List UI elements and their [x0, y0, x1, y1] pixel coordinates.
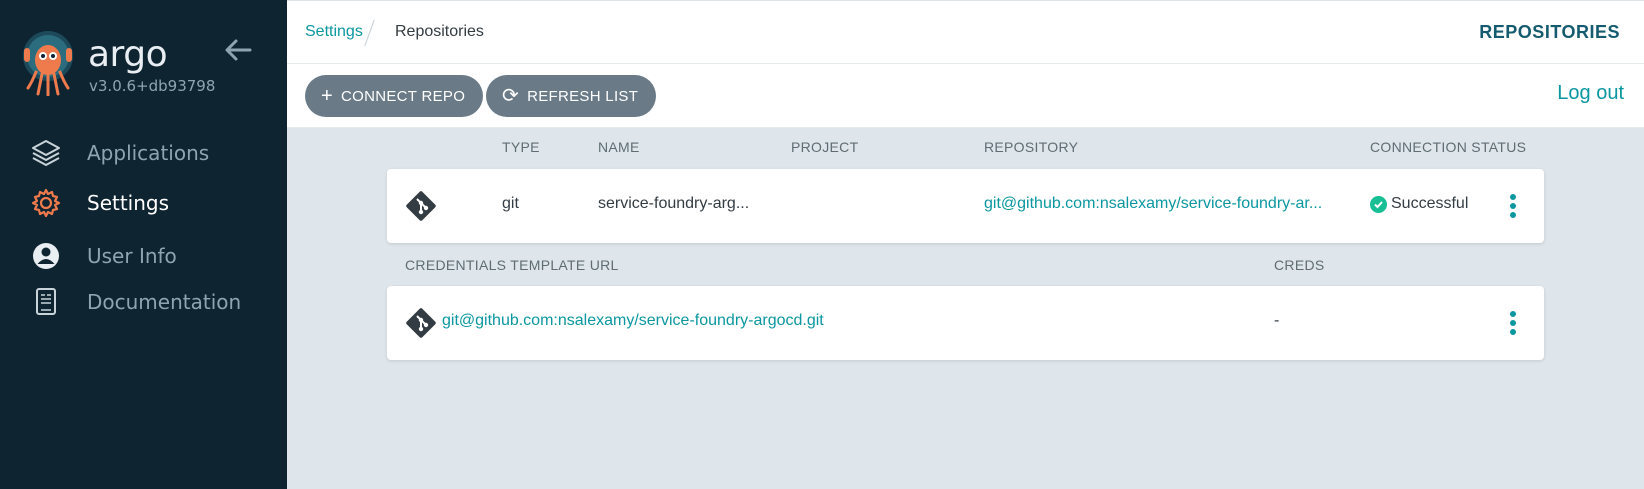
- connect-repo-button[interactable]: + CONNECT REPO: [305, 75, 484, 117]
- column-header-type: TYPE: [502, 139, 540, 155]
- breadcrumb-separator: [364, 19, 375, 47]
- more-actions-icon[interactable]: [1508, 191, 1518, 221]
- repo-type: git: [502, 195, 519, 212]
- sidebar-item-documentation[interactable]: Documentation: [0, 279, 287, 325]
- sidebar-item-applications[interactable]: Applications: [0, 130, 287, 176]
- credentials-creds: -: [1274, 312, 1280, 329]
- repo-name: service-foundry-arg...: [598, 195, 750, 212]
- credentials-url-link[interactable]: git@github.com:nsalexamy/service-foundry…: [442, 312, 824, 330]
- git-icon: [406, 308, 436, 338]
- breadcrumb-settings[interactable]: Settings: [305, 23, 363, 41]
- connection-status-text: Successful: [1391, 195, 1469, 212]
- breadcrumb-current: Repositories: [395, 23, 484, 40]
- toolbar: + CONNECT REPO ⟳ REFRESH LIST Log out: [287, 64, 1644, 128]
- book-icon: [30, 286, 62, 318]
- git-icon: [406, 191, 436, 221]
- column-header-name: NAME: [598, 139, 640, 155]
- sidebar: argo v3.0.6+db93798 Applications Setting…: [0, 0, 287, 489]
- repo-row[interactable]: git service-foundry-arg... git@github.co…: [387, 169, 1544, 243]
- sidebar-item-label: User Info: [87, 244, 177, 268]
- version-label: v3.0.6+db93798: [89, 77, 216, 95]
- collapse-arrow-icon[interactable]: [224, 38, 252, 62]
- layers-icon: [30, 137, 62, 169]
- sidebar-item-label: Documentation: [87, 290, 242, 314]
- column-header-creds: CREDS: [1274, 257, 1325, 273]
- column-header-repository: REPOSITORY: [984, 139, 1079, 155]
- argo-logo: [23, 31, 73, 96]
- page-title: REPOSITORIES: [1479, 22, 1620, 42]
- gear-icon: [30, 187, 62, 219]
- top-header: Settings Repositories REPOSITORIES: [287, 0, 1644, 64]
- brand-name: argo: [88, 34, 168, 75]
- refresh-list-button[interactable]: ⟳ REFRESH LIST: [486, 75, 657, 117]
- connect-repo-label: CONNECT REPO: [340, 87, 466, 105]
- refresh-icon: ⟳: [502, 85, 520, 107]
- user-circle-icon: [30, 240, 62, 272]
- column-header-connection-status: CONNECTION STATUS: [1370, 139, 1527, 155]
- refresh-list-label: REFRESH LIST: [527, 87, 639, 105]
- credentials-row[interactable]: git@github.com:nsalexamy/service-foundry…: [387, 286, 1544, 360]
- column-header-project: PROJECT: [791, 139, 859, 155]
- plus-icon: +: [321, 85, 333, 107]
- check-circle-icon: [1370, 195, 1387, 213]
- connection-status: Successful: [1370, 195, 1468, 213]
- more-actions-icon[interactable]: [1508, 308, 1518, 338]
- column-header-credentials-url: CREDENTIALS TEMPLATE URL: [405, 257, 619, 273]
- sidebar-item-label: Settings: [87, 191, 170, 215]
- sidebar-item-settings[interactable]: Settings: [0, 180, 287, 226]
- logout-link[interactable]: Log out: [1557, 82, 1624, 105]
- repo-url-link[interactable]: git@github.com:nsalexamy/service-foundry…: [984, 195, 1322, 213]
- sidebar-item-user-info[interactable]: User Info: [0, 233, 287, 279]
- sidebar-item-label: Applications: [87, 141, 210, 165]
